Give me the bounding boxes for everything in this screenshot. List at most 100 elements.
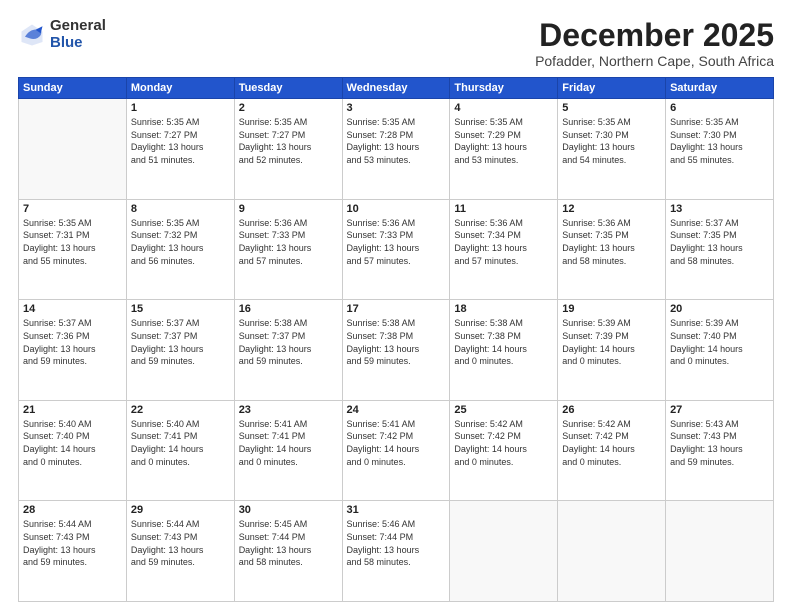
- day-number: 12: [562, 203, 661, 215]
- day-number: 7: [23, 203, 122, 215]
- day-number: 14: [23, 303, 122, 315]
- month-title: December 2025: [535, 18, 774, 53]
- table-row: 31Sunrise: 5:46 AMSunset: 7:44 PMDayligh…: [342, 501, 450, 602]
- day-info: Sunrise: 5:37 AMSunset: 7:37 PMDaylight:…: [131, 317, 230, 367]
- day-number: 28: [23, 504, 122, 516]
- day-number: 23: [239, 404, 338, 416]
- table-row: 30Sunrise: 5:45 AMSunset: 7:44 PMDayligh…: [234, 501, 342, 602]
- calendar-header-row: Sunday Monday Tuesday Wednesday Thursday…: [19, 78, 774, 99]
- day-info: Sunrise: 5:38 AMSunset: 7:38 PMDaylight:…: [347, 317, 446, 367]
- day-info: Sunrise: 5:41 AMSunset: 7:41 PMDaylight:…: [239, 418, 338, 468]
- col-sunday: Sunday: [19, 78, 127, 99]
- table-row: 24 Sunrise: 5:41 AMSunset: 7:42 PMDayligh…: [342, 400, 450, 501]
- day-info: Sunrise: 5:36 AMSunset: 7:34 PMDaylight:…: [454, 217, 553, 267]
- day-number: 5: [562, 102, 661, 114]
- table-row: 23 Sunrise: 5:41 AMSunset: 7:41 PMDayligh…: [234, 400, 342, 501]
- table-row: 19Sunrise: 5:39 AMSunset: 7:39 PMDayligh…: [558, 300, 666, 401]
- col-monday: Monday: [126, 78, 234, 99]
- day-number: 13: [670, 203, 769, 215]
- day-info: Sunrise: 5:35 AMSunset: 7:27 PMDaylight:…: [239, 116, 338, 166]
- table-row: 11 Sunrise: 5:36 AMSunset: 7:34 PMDayligh…: [450, 199, 558, 300]
- day-number: 3: [347, 102, 446, 114]
- day-number: 16: [239, 303, 338, 315]
- day-info: Sunrise: 5:42 AMSunset: 7:42 PMDaylight:…: [562, 418, 661, 468]
- day-number: 25: [454, 404, 553, 416]
- day-info: Sunrise: 5:35 AMSunset: 7:27 PMDaylight:…: [131, 116, 230, 166]
- table-row: 3 Sunrise: 5:35 AMSunset: 7:28 PMDaylight…: [342, 99, 450, 200]
- table-row: 9 Sunrise: 5:36 AMSunset: 7:33 PMDaylight…: [234, 199, 342, 300]
- day-info: Sunrise: 5:36 AMSunset: 7:33 PMDaylight:…: [239, 217, 338, 267]
- table-row: 27 Sunrise: 5:43 AMSunset: 7:43 PMDayligh…: [666, 400, 774, 501]
- day-info: Sunrise: 5:39 AMSunset: 7:40 PMDaylight:…: [670, 317, 769, 367]
- table-row: 7 Sunrise: 5:35 AMSunset: 7:31 PMDaylight…: [19, 199, 127, 300]
- subtitle: Pofadder, Northern Cape, South Africa: [535, 53, 774, 69]
- day-info: Sunrise: 5:44 AMSunset: 7:43 PMDaylight:…: [23, 518, 122, 568]
- day-info: Sunrise: 5:35 AMSunset: 7:29 PMDaylight:…: [454, 116, 553, 166]
- logo: General Blue: [18, 18, 106, 51]
- table-row: 20 Sunrise: 5:39 AMSunset: 7:40 PMDayligh…: [666, 300, 774, 401]
- table-row: 26 Sunrise: 5:42 AMSunset: 7:42 PMDayligh…: [558, 400, 666, 501]
- title-block: December 2025 Pofadder, Northern Cape, S…: [535, 18, 774, 69]
- table-row: 18 Sunrise: 5:38 AMSunset: 7:38 PMDayligh…: [450, 300, 558, 401]
- day-info: Sunrise: 5:43 AMSunset: 7:43 PMDaylight:…: [670, 418, 769, 468]
- day-number: 1: [131, 102, 230, 114]
- day-number: 6: [670, 102, 769, 114]
- day-number: 8: [131, 203, 230, 215]
- col-thursday: Thursday: [450, 78, 558, 99]
- day-info: Sunrise: 5:38 AMSunset: 7:37 PMDaylight:…: [239, 317, 338, 367]
- day-number: 19: [562, 303, 661, 315]
- table-row: 8 Sunrise: 5:35 AMSunset: 7:32 PMDaylight…: [126, 199, 234, 300]
- day-info: Sunrise: 5:35 AMSunset: 7:28 PMDaylight:…: [347, 116, 446, 166]
- day-number: 9: [239, 203, 338, 215]
- col-tuesday: Tuesday: [234, 78, 342, 99]
- day-number: 24: [347, 404, 446, 416]
- day-info: Sunrise: 5:35 AMSunset: 7:30 PMDaylight:…: [670, 116, 769, 166]
- day-number: 15: [131, 303, 230, 315]
- table-row: 15 Sunrise: 5:37 AMSunset: 7:37 PMDayligh…: [126, 300, 234, 401]
- table-row: 13 Sunrise: 5:37 AMSunset: 7:35 PMDayligh…: [666, 199, 774, 300]
- day-info: Sunrise: 5:36 AMSunset: 7:35 PMDaylight:…: [562, 217, 661, 267]
- day-number: 31: [347, 504, 446, 516]
- day-number: 18: [454, 303, 553, 315]
- table-row: 16 Sunrise: 5:38 AMSunset: 7:37 PMDayligh…: [234, 300, 342, 401]
- day-info: Sunrise: 5:44 AMSunset: 7:43 PMDaylight:…: [131, 518, 230, 568]
- table-row: 25 Sunrise: 5:42 AMSunset: 7:42 PMDayligh…: [450, 400, 558, 501]
- logo-icon: [18, 21, 46, 49]
- table-row: [450, 501, 558, 602]
- day-number: 30: [239, 504, 338, 516]
- table-row: 4Sunrise: 5:35 AMSunset: 7:29 PMDaylight…: [450, 99, 558, 200]
- day-info: Sunrise: 5:36 AMSunset: 7:33 PMDaylight:…: [347, 217, 446, 267]
- day-number: 11: [454, 203, 553, 215]
- page: General Blue December 2025 Pofadder, Nor…: [0, 0, 792, 612]
- day-info: Sunrise: 5:37 AMSunset: 7:36 PMDaylight:…: [23, 317, 122, 367]
- col-saturday: Saturday: [666, 78, 774, 99]
- day-info: Sunrise: 5:40 AMSunset: 7:41 PMDaylight:…: [131, 418, 230, 468]
- day-number: 26: [562, 404, 661, 416]
- day-info: Sunrise: 5:41 AMSunset: 7:42 PMDaylight:…: [347, 418, 446, 468]
- table-row: [558, 501, 666, 602]
- table-row: [666, 501, 774, 602]
- calendar-week-row: 21Sunrise: 5:40 AMSunset: 7:40 PMDayligh…: [19, 400, 774, 501]
- day-number: 29: [131, 504, 230, 516]
- table-row: 5Sunrise: 5:35 AMSunset: 7:30 PMDaylight…: [558, 99, 666, 200]
- day-number: 2: [239, 102, 338, 114]
- day-info: Sunrise: 5:37 AMSunset: 7:35 PMDaylight:…: [670, 217, 769, 267]
- table-row: 17Sunrise: 5:38 AMSunset: 7:38 PMDayligh…: [342, 300, 450, 401]
- day-info: Sunrise: 5:40 AMSunset: 7:40 PMDaylight:…: [23, 418, 122, 468]
- day-number: 20: [670, 303, 769, 315]
- logo-text: General Blue: [50, 18, 106, 51]
- day-info: Sunrise: 5:38 AMSunset: 7:38 PMDaylight:…: [454, 317, 553, 367]
- logo-blue-text: Blue: [50, 35, 106, 52]
- day-info: Sunrise: 5:35 AMSunset: 7:31 PMDaylight:…: [23, 217, 122, 267]
- col-wednesday: Wednesday: [342, 78, 450, 99]
- table-row: 12 Sunrise: 5:36 AMSunset: 7:35 PMDayligh…: [558, 199, 666, 300]
- calendar-week-row: 14 Sunrise: 5:37 AMSunset: 7:36 PMDayligh…: [19, 300, 774, 401]
- day-info: Sunrise: 5:35 AMSunset: 7:32 PMDaylight:…: [131, 217, 230, 267]
- table-row: 21Sunrise: 5:40 AMSunset: 7:40 PMDayligh…: [19, 400, 127, 501]
- table-row: 6 Sunrise: 5:35 AMSunset: 7:30 PMDaylight…: [666, 99, 774, 200]
- day-number: 10: [347, 203, 446, 215]
- calendar-week-row: 28 Sunrise: 5:44 AMSunset: 7:43 PMDayligh…: [19, 501, 774, 602]
- day-info: Sunrise: 5:42 AMSunset: 7:42 PMDaylight:…: [454, 418, 553, 468]
- day-number: 27: [670, 404, 769, 416]
- table-row: 1 Sunrise: 5:35 AMSunset: 7:27 PMDaylight…: [126, 99, 234, 200]
